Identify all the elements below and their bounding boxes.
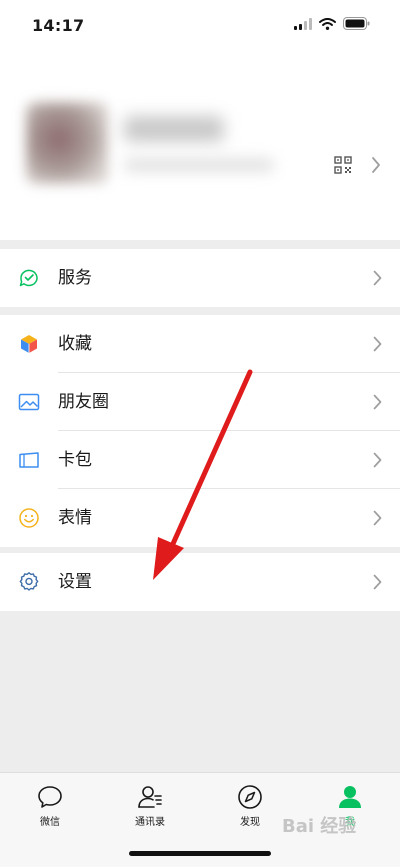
tab-label: 通讯录	[135, 817, 165, 828]
tab-contacts[interactable]: 通讯录	[110, 783, 190, 828]
battery-icon	[343, 17, 370, 30]
menu-item-moments[interactable]: 朋友圈	[0, 373, 400, 431]
services-group: 服务	[0, 249, 400, 307]
profile-name-blurred	[124, 116, 224, 142]
moments-image-icon	[18, 393, 40, 411]
avatar[interactable]	[26, 102, 108, 184]
features-group: 收藏 朋友圈 卡包 表情	[0, 315, 400, 547]
menu-item-label: 设置	[58, 572, 92, 592]
wifi-icon	[319, 17, 336, 30]
menu-item-stickers[interactable]: 表情	[0, 489, 400, 547]
status-bar: 14:17	[0, 0, 400, 52]
card-wallet-icon	[19, 452, 39, 468]
profile-id-blurred	[124, 158, 274, 172]
menu-item-cards[interactable]: 卡包	[0, 431, 400, 489]
menu-item-services[interactable]: 服务	[0, 249, 400, 307]
menu-item-label: 收藏	[58, 334, 92, 354]
person-icon	[339, 786, 361, 808]
chat-bubble-icon	[38, 786, 62, 808]
chevron-right-icon	[373, 270, 382, 286]
tab-discover[interactable]: 发现	[210, 783, 290, 828]
chevron-right-icon	[372, 157, 380, 173]
status-time: 14:17	[32, 16, 85, 35]
status-icons	[294, 17, 370, 30]
tab-label: 发现	[240, 817, 260, 828]
settings-group: 设置	[0, 553, 400, 611]
home-indicator	[129, 851, 271, 856]
chevron-right-icon	[373, 574, 382, 590]
chevron-right-icon	[373, 510, 382, 526]
tab-label: 微信	[40, 817, 60, 828]
menu-item-label: 朋友圈	[58, 392, 109, 412]
gear-icon	[19, 572, 39, 591]
services-icon	[19, 269, 38, 287]
smiley-icon	[19, 508, 39, 528]
cellular-signal-icon	[294, 17, 312, 30]
tab-chats[interactable]: 微信	[10, 783, 90, 828]
chevron-right-icon	[373, 394, 382, 410]
menu-item-label: 服务	[58, 268, 92, 288]
menu-item-favorites[interactable]: 收藏	[0, 315, 400, 373]
menu-item-label: 表情	[58, 508, 92, 528]
chevron-right-icon	[373, 452, 382, 468]
contacts-icon	[138, 786, 162, 808]
favorites-cube-icon	[21, 335, 37, 353]
chevron-right-icon	[373, 336, 382, 352]
profile-header[interactable]	[0, 52, 400, 240]
watermark-logo: Bai 经验	[282, 816, 357, 837]
qr-code-icon[interactable]	[334, 156, 352, 174]
menu-item-settings[interactable]: 设置	[0, 553, 400, 611]
menu-item-label: 卡包	[58, 450, 92, 470]
compass-icon	[238, 785, 262, 809]
